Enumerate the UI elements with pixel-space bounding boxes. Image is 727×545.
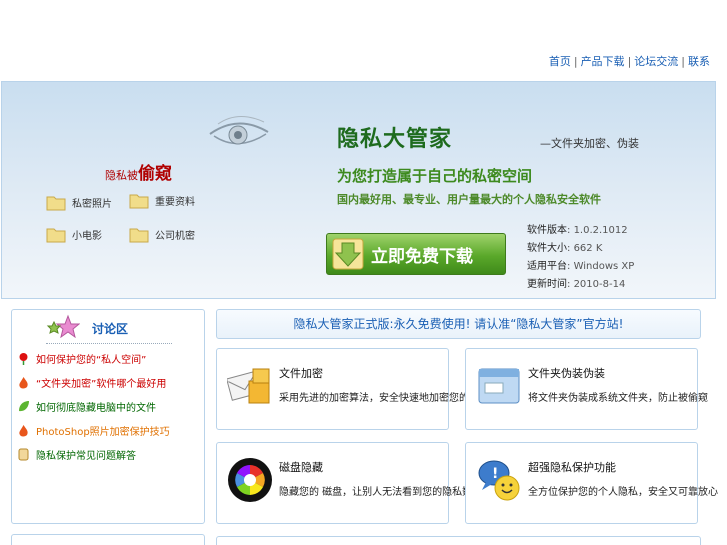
info-size: 软件大小: 662 K bbox=[527, 243, 603, 254]
forum-item-text: 隐私保护常见问题解答 bbox=[36, 451, 136, 462]
feature-card-privacy[interactable]: ! 超强隐私保护功能 全方位保护您的个人隐私，安全又可靠放心 bbox=[465, 442, 718, 524]
hero-banner: 隐私被偷窥 私密照片 重要资料 小电影 公司机密 隐私大管家 —文件夹加密、伪装… bbox=[1, 81, 716, 299]
download-label: 立即免费下载 bbox=[371, 246, 473, 267]
feature-title: 超强隐私保护功能 bbox=[528, 461, 616, 474]
eye-icon bbox=[209, 116, 269, 145]
brand-subtitle: —文件夹加密、伪装 bbox=[540, 137, 639, 150]
forum-panel: 讨论区 如何保护您的“私人空间” “文件夹加密”软件哪个最好用 如何彻底隐藏电脑… bbox=[11, 309, 205, 524]
page: 首页 | 产品下载 | 论坛交流 | 联系 隐私被偷窥 私密照片 重要资料 小电影 公司机密 bbox=[0, 0, 727, 545]
folder-icon bbox=[46, 196, 66, 211]
forum-item-text: 如何彻底隐藏电脑中的文件 bbox=[36, 403, 156, 414]
feature-title: 文件夹伪装伪装 bbox=[528, 367, 605, 380]
tagline-big: 偷窥 bbox=[138, 164, 172, 184]
download-arrow-icon bbox=[332, 238, 364, 270]
product-description: 国内最好用、最专业、用户量最大的个人隐私安全软件 bbox=[337, 193, 601, 206]
info-platform: 适用平台: Windows XP bbox=[527, 261, 635, 272]
folder-label: 私密照片 bbox=[72, 199, 112, 210]
flame-icon bbox=[19, 425, 28, 437]
nav-separator: | bbox=[573, 55, 578, 68]
feature-desc: 全方位保护您的个人隐私，安全又可靠放心 bbox=[528, 487, 718, 498]
lock-envelope-icon bbox=[227, 368, 270, 404]
bottom-card bbox=[216, 536, 701, 545]
forum-item-text: 如何保护您的“私人空间” bbox=[36, 355, 147, 366]
nav-separator: | bbox=[681, 55, 685, 68]
nav-contact[interactable]: 联系 bbox=[688, 55, 710, 68]
feature-desc: 采用先进的加密算法，安全快速地加密您的文件 bbox=[279, 393, 489, 404]
feature-card-encrypt[interactable]: 文件加密 采用先进的加密算法，安全快速地加密您的文件 bbox=[216, 348, 489, 430]
top-nav: 首页 | 产品下载 | 论坛交流 | 联系 bbox=[549, 53, 710, 69]
brand-title: 隐私大管家 bbox=[337, 126, 453, 152]
feature-desc: 将文件夹伪装成系统文件夹，防止被偷窥 bbox=[528, 393, 708, 404]
feature-card-hide-disk[interactable]: 磁盘隐藏 隐藏您的 磁盘，让别人无法看到您的隐私数据 bbox=[216, 442, 482, 524]
nav-download[interactable]: 产品下载 bbox=[581, 55, 625, 68]
info-version: 软件版本: 1.0.2.1012 bbox=[527, 225, 628, 236]
info-updated: 更新时间: 2010-8-14 bbox=[527, 279, 626, 290]
info-value: 662 K bbox=[573, 243, 603, 254]
folder-important-files[interactable]: 重要资料 bbox=[129, 192, 195, 209]
folder-icon bbox=[46, 228, 66, 243]
nav-separator: | bbox=[627, 55, 632, 68]
info-key: 更新时间 bbox=[527, 279, 567, 290]
forum-panel-secondary bbox=[11, 534, 205, 545]
forum-item[interactable]: 如何彻底隐藏电脑中的文件 bbox=[17, 399, 156, 414]
folder-private-photos[interactable]: 私密照片 bbox=[46, 194, 112, 211]
feature-title: 磁盘隐藏 bbox=[279, 461, 323, 474]
scroll-icon bbox=[18, 448, 29, 461]
stars-icon bbox=[46, 314, 80, 338]
nav-forum[interactable]: 论坛交流 bbox=[634, 55, 678, 68]
free-download-button[interactable]: 立即免费下载 bbox=[326, 233, 506, 275]
feature-title: 文件加密 bbox=[279, 367, 323, 380]
tagline-small: 隐私被 bbox=[105, 169, 138, 182]
chat-smiley-icon: ! bbox=[478, 460, 520, 501]
forum-item[interactable]: 如何保护您的“私人空间” bbox=[17, 351, 146, 366]
forum-item[interactable]: “文件夹加密”软件哪个最好用 bbox=[17, 375, 166, 390]
forum-item-text: “文件夹加密”软件哪个最好用 bbox=[36, 379, 167, 390]
folder-icon bbox=[129, 228, 149, 243]
forum-item[interactable]: 隐私保护常见问题解答 bbox=[17, 447, 136, 462]
feature-card-disguise[interactable]: 文件夹伪装伪装 将文件夹伪装成系统文件夹，防止被偷窥 bbox=[465, 348, 708, 430]
folder-company-secrets[interactable]: 公司机密 bbox=[129, 226, 195, 243]
banner-tagline: 隐私被偷窥 bbox=[105, 159, 172, 184]
color-wheel-icon bbox=[228, 458, 272, 502]
folder-label: 重要资料 bbox=[155, 197, 195, 208]
folder-icon bbox=[129, 194, 149, 209]
svg-text:!: ! bbox=[492, 466, 498, 482]
forum-item[interactable]: PhotoShop照片加密保护技巧 bbox=[17, 423, 170, 438]
forum-title: 讨论区 bbox=[92, 322, 129, 336]
window-icon bbox=[478, 368, 520, 404]
info-value: 1.0.2.1012 bbox=[573, 225, 628, 236]
info-value: 2010-8-14 bbox=[573, 279, 626, 290]
slogan: 为您打造属于自己的私密空间 bbox=[337, 167, 533, 185]
info-key: 适用平台 bbox=[527, 261, 567, 272]
forum-header: 讨论区 bbox=[46, 310, 172, 344]
announcement-bar[interactable]: 隐私大管家正式版:永久免费使用! 请认准“隐私大管家”官方站! bbox=[216, 309, 701, 339]
info-key: 软件版本 bbox=[527, 225, 567, 236]
nav-home[interactable]: 首页 bbox=[549, 55, 571, 68]
rose-icon bbox=[19, 353, 28, 365]
folder-label: 公司机密 bbox=[155, 231, 195, 242]
info-key: 软件大小 bbox=[527, 243, 567, 254]
folder-label: 小电影 bbox=[72, 231, 102, 242]
info-value: Windows XP bbox=[573, 261, 635, 272]
folder-short-movies[interactable]: 小电影 bbox=[46, 226, 102, 243]
leaf-icon bbox=[19, 401, 29, 412]
forum-item-text: PhotoShop照片加密保护技巧 bbox=[36, 427, 170, 438]
flame-icon bbox=[19, 377, 28, 389]
feature-desc: 隐藏您的 磁盘，让别人无法看到您的隐私数据 bbox=[279, 487, 483, 498]
